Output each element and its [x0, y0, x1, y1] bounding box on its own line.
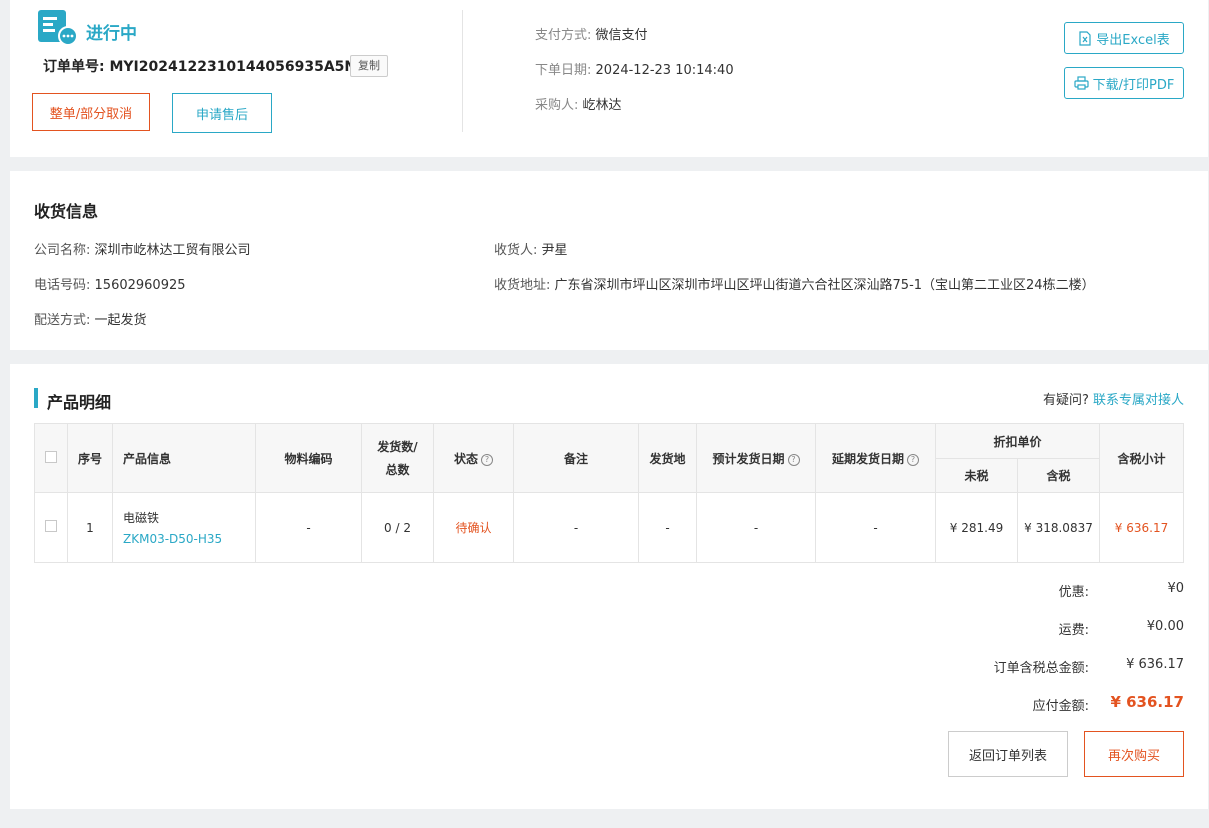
- row-qty: 0 / 2: [361, 492, 434, 563]
- excel-icon: [1079, 30, 1091, 46]
- col-subtotal: 含税小计: [1099, 423, 1185, 493]
- after-sale-button[interactable]: 申请售后: [172, 93, 272, 133]
- total-label: 订单含税总金额:: [993, 661, 1089, 676]
- col-delay-date: 延期发货日期?: [815, 423, 936, 493]
- help-icon[interactable]: ?: [481, 453, 493, 466]
- row-index: 1: [67, 492, 113, 563]
- select-all-cell: [34, 423, 68, 493]
- col-remark: 备注: [513, 423, 639, 493]
- product-table: 序号 产品信息 物料编码 发货数/ 总数 状态? 备注 发货地 预计发货日期? …: [34, 423, 1185, 563]
- col-with-tax: 含税: [1016, 458, 1101, 493]
- order-status: 进行中: [86, 24, 137, 44]
- order-status-card: 进行中 订单单号: MYI2024122310144056935A5N 复制 整…: [10, 0, 1208, 157]
- order-date: 下单日期: 2024-12-23 10:14:40: [535, 63, 734, 78]
- select-all-checkbox[interactable]: [45, 450, 57, 463]
- cancel-order-button[interactable]: 整单/部分取消: [32, 93, 150, 131]
- col-material: 物料编码: [255, 423, 362, 493]
- col-discount-price: 折扣单价: [934, 423, 1101, 459]
- col-status: 状态?: [433, 423, 514, 493]
- back-to-list-button[interactable]: 返回订单列表: [948, 731, 1068, 777]
- col-info: 产品信息: [112, 423, 256, 493]
- help-icon[interactable]: ?: [907, 453, 919, 466]
- row-status: 待确认: [433, 492, 514, 563]
- row-remark: -: [513, 492, 639, 563]
- row-checkbox-cell: [34, 492, 68, 563]
- discount-label: 优惠:: [1058, 585, 1089, 600]
- row-checkbox[interactable]: [45, 520, 57, 532]
- help-icon[interactable]: ?: [787, 453, 800, 466]
- buyer: 采购人: 屹林达: [535, 98, 622, 113]
- order-number-value: MYI2024122310144056935A5N: [109, 59, 357, 75]
- product-title: 产品明细: [47, 393, 112, 412]
- shipping-title: 收货信息: [34, 202, 99, 221]
- col-origin: 发货地: [638, 423, 697, 493]
- row-subtotal: ¥ 636.17: [1099, 492, 1185, 563]
- contact-agent-link[interactable]: 联系专属对接人: [1093, 393, 1184, 408]
- payable-value: ¥ 636.17: [1110, 693, 1184, 711]
- product-name: 电磁铁: [123, 511, 160, 525]
- divider: [462, 10, 463, 132]
- row-price-tax: ¥ 318.0837: [1016, 492, 1101, 563]
- export-excel-button[interactable]: 导出Excel表: [1064, 22, 1184, 54]
- freight-label: 运费:: [1058, 623, 1089, 638]
- row-delay-date: -: [815, 492, 936, 563]
- help-contact: 有疑问? 联系专属对接人: [1042, 393, 1184, 408]
- rebuy-button[interactable]: 再次购买: [1084, 731, 1184, 777]
- freight-value: ¥0.00: [1146, 619, 1184, 634]
- printer-icon: [1074, 76, 1089, 90]
- product-detail-card: 产品明细 有疑问? 联系专属对接人 序号 产品信息 物料编码 发货数/ 总数 状…: [10, 364, 1208, 809]
- receiver: 收货人: 尹星: [494, 243, 568, 258]
- col-index: 序号: [67, 423, 113, 493]
- total-value: ¥ 636.17: [1126, 657, 1184, 672]
- order-number-label: 订单单号:: [43, 59, 105, 75]
- row-material: -: [255, 492, 362, 563]
- product-code-link[interactable]: ZKM03-D50-H35: [123, 532, 255, 546]
- col-est-date: 预计发货日期?: [696, 423, 816, 493]
- copy-button[interactable]: 复制: [350, 55, 388, 77]
- delivery-method: 配送方式: 一起发货: [34, 313, 147, 328]
- download-pdf-button[interactable]: 下载/打印PDF: [1064, 67, 1184, 99]
- payment-method: 支付方式: 微信支付: [535, 28, 648, 43]
- company-name: 公司名称: 深圳市屹林达工贸有限公司: [34, 243, 251, 258]
- col-qty: 发货数/ 总数: [361, 423, 434, 493]
- order-number: 订单单号: MYI2024122310144056935A5N: [43, 56, 356, 76]
- section-accent-bar: [34, 388, 38, 408]
- row-product-info: 电磁铁 ZKM03-D50-H35: [112, 492, 256, 563]
- phone-number: 电话号码: 15602960925: [34, 278, 186, 293]
- shipping-info-card: 收货信息 公司名称: 深圳市屹林达工贸有限公司 电话号码: 1560296092…: [10, 171, 1208, 350]
- payable-label: 应付金额:: [1032, 699, 1089, 714]
- row-origin: -: [638, 492, 697, 563]
- shipping-address: 收货地址: 广东省深圳市坪山区深圳市坪山区坪山街道六合社区深汕路75-1（宝山第…: [494, 278, 1095, 293]
- row-price-no-tax: ¥ 281.49: [935, 492, 1018, 563]
- col-no-tax: 未税: [935, 458, 1018, 493]
- row-est-date: -: [696, 492, 816, 563]
- discount-value: ¥0: [1167, 581, 1184, 596]
- order-document-icon: [38, 10, 78, 46]
- table-row: 1 电磁铁 ZKM03-D50-H35 - 0 / 2 待确认 - - - - …: [34, 492, 1185, 563]
